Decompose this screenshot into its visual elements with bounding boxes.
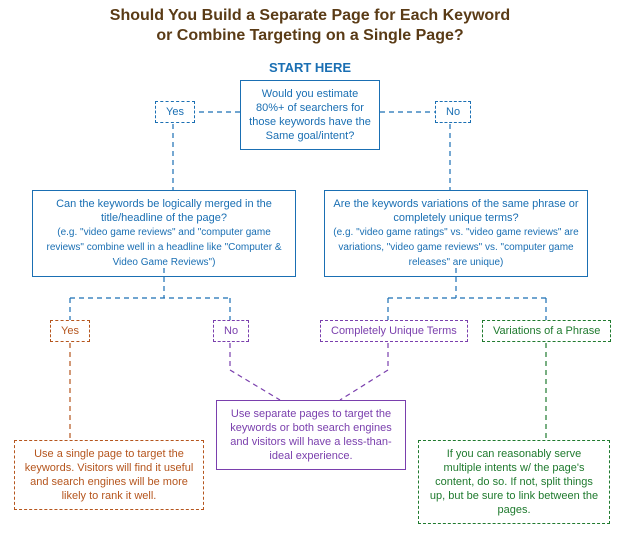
answer-no-root: No: [435, 101, 471, 123]
chart-title: Should You Build a Separate Page for Eac…: [0, 6, 620, 46]
answer-variations: Variations of a Phrase: [482, 320, 611, 342]
right-question: Are the keywords variations of the same …: [324, 190, 588, 277]
left-question: Can the keywords be logically merged in …: [32, 190, 296, 277]
answer-yes-root: Yes: [155, 101, 195, 123]
title-line-1: Should You Build a Separate Page for Eac…: [110, 7, 510, 24]
right-question-sub: (e.g. "video game ratings" vs. "video ga…: [333, 227, 578, 268]
answer-no-left: No: [213, 320, 249, 342]
answer-yes-left: Yes: [50, 320, 90, 342]
title-line-2: or Combine Targeting on a Single Page?: [156, 27, 463, 44]
root-question: Would you estimate 80%+ of searchers for…: [240, 80, 380, 150]
left-question-text: Can the keywords be logically merged in …: [56, 198, 272, 224]
right-question-text: Are the keywords variations of the same …: [333, 198, 578, 224]
start-here-label: START HERE: [0, 60, 620, 75]
end-single-page: Use a single page to target the keywords…: [14, 440, 204, 510]
end-separate-pages: Use separate pages to target the keyword…: [216, 400, 406, 470]
flowchart-canvas: Should You Build a Separate Page for Eac…: [0, 0, 620, 554]
answer-unique-terms: Completely Unique Terms: [320, 320, 468, 342]
end-variations: If you can reasonably serve multiple int…: [418, 440, 610, 524]
left-question-sub: (e.g. "video game reviews" and "computer…: [47, 227, 282, 268]
